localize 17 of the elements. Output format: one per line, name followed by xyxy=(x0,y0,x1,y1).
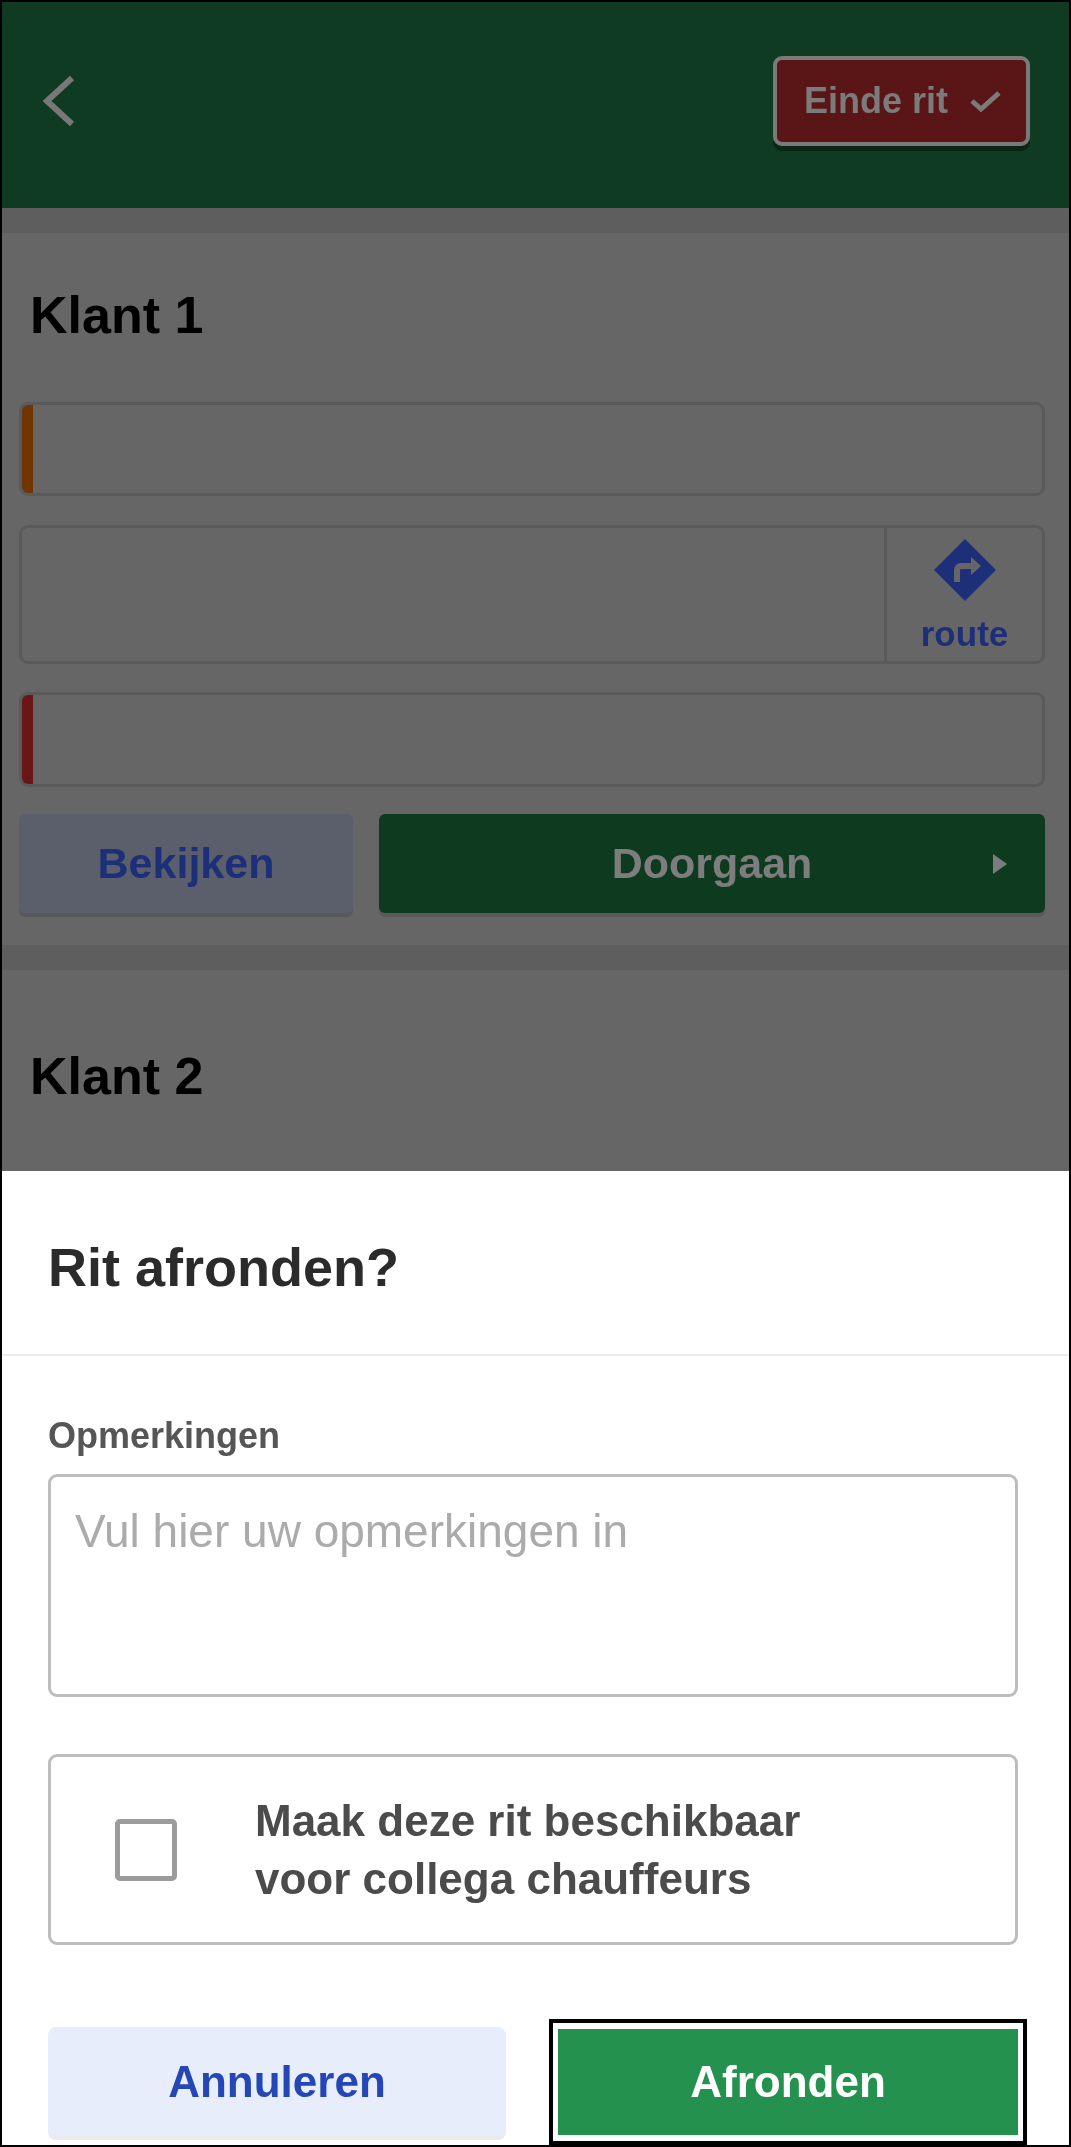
directions-icon xyxy=(932,538,997,602)
view-button[interactable]: Bekijken xyxy=(19,814,353,913)
caret-right-icon xyxy=(993,853,1007,874)
route-button[interactable]: route xyxy=(884,528,1042,661)
continue-button[interactable]: Doorgaan xyxy=(379,814,1045,913)
customer-name: Klant 2 xyxy=(29,1046,205,1107)
cancel-button[interactable]: Annuleren xyxy=(48,2027,506,2136)
end-ride-button[interactable]: Einde rit xyxy=(772,56,1030,146)
checkbox-label: Maak deze rit beschikbaar voor collega chauffeurs xyxy=(255,1794,802,1905)
back-icon[interactable] xyxy=(42,75,76,127)
field-label: Opmerkingen xyxy=(48,1414,282,1458)
finish-button[interactable]: Afronden xyxy=(549,2019,1027,2145)
check-icon xyxy=(970,90,1001,112)
checkbox[interactable] xyxy=(115,1818,177,1881)
remarks-field[interactable]: Vul hier uw opmerkingen in xyxy=(48,1474,1018,1697)
customer-name: Klant 1 xyxy=(29,285,205,346)
dialog-title: Rit afronden? xyxy=(48,1236,400,1299)
